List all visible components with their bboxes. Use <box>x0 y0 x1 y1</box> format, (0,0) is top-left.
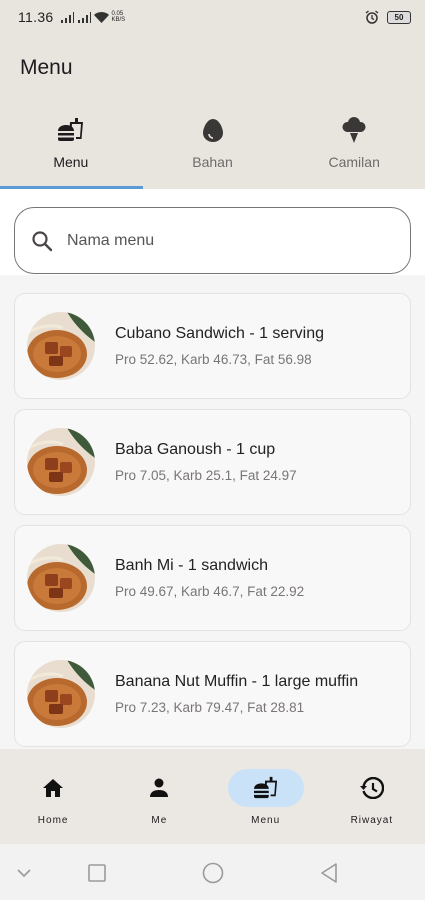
alarm-icon <box>365 10 379 24</box>
tab-label: Bahan <box>192 154 233 170</box>
menu-item-card[interactable]: Cubano Sandwich - 1 serving Pro 52.62, K… <box>14 293 411 399</box>
nav-label: Menu <box>251 815 281 826</box>
nav-label: Home <box>37 815 69 826</box>
status-left: 11.36 0.05 KB/S <box>18 9 125 25</box>
menu-item-text: Baba Ganoush - 1 cup Pro 7.05, Karb 25.1… <box>115 441 297 483</box>
system-nav-bar <box>0 844 425 900</box>
nav-label: Riwayat <box>350 815 394 826</box>
nav-item-menu[interactable]: Menu <box>213 749 319 844</box>
tab-menu[interactable]: Menu <box>0 106 143 189</box>
status-bar: 11.36 0.05 KB/S 50 <box>0 0 425 34</box>
tab-label: Camilan <box>328 154 380 170</box>
nav-item-riwayat[interactable]: Riwayat <box>319 749 425 844</box>
nav-item-me[interactable]: Me <box>106 749 212 844</box>
menu-item-title: Banh Mi - 1 sandwich <box>115 557 268 574</box>
menu-item-title: Baba Ganoush - 1 cup <box>115 441 276 458</box>
fastfood-icon <box>253 776 277 799</box>
menu-item-text: Banana Nut Muffin - 1 large muffin Pro 7… <box>115 673 358 715</box>
menu-item-title: Banana Nut Muffin - 1 large muffin <box>115 673 359 690</box>
status-time: 11.36 <box>18 9 54 25</box>
page-title: Menu <box>20 56 73 79</box>
menu-item-text: Banh Mi - 1 sandwich Pro 49.67, Karb 46.… <box>115 557 304 599</box>
back-icon[interactable] <box>320 863 338 883</box>
food-thumbnail <box>27 660 95 728</box>
history-icon <box>359 777 384 799</box>
menu-item-card[interactable]: Banh Mi - 1 sandwich Pro 49.67, Karb 46.… <box>14 525 411 631</box>
food-thumbnail <box>27 312 95 380</box>
chevron-down-icon[interactable] <box>17 869 31 877</box>
recents-icon[interactable] <box>88 864 106 882</box>
net-speed: 0.05 KB/S <box>112 11 126 23</box>
nav-pill <box>15 769 91 807</box>
home-icon <box>43 779 64 797</box>
battery-icon: 50 <box>387 10 411 24</box>
signal-icon <box>60 11 74 23</box>
nav-pill <box>334 769 410 807</box>
tab-label: Menu <box>53 154 89 170</box>
person-icon <box>150 778 169 797</box>
fastfood-icon <box>57 116 85 144</box>
menu-item-macros: Pro 49.67, Karb 46.7, Fat 22.92 <box>115 584 305 599</box>
menu-list: Cubano Sandwich - 1 serving Pro 52.62, K… <box>0 275 425 749</box>
nav-pill <box>121 769 197 807</box>
menu-item-macros: Pro 52.62, Karb 46.73, Fat 56.98 <box>115 352 312 367</box>
app-header: Menu Menu Bahan Camilan <box>0 34 425 189</box>
menu-item-macros: Pro 7.05, Karb 25.1, Fat 24.97 <box>115 468 297 483</box>
menu-item-title: Cubano Sandwich - 1 serving <box>115 325 325 342</box>
tab-bar: Menu Bahan Camilan <box>0 106 425 189</box>
tab-bahan[interactable]: Bahan <box>142 106 284 189</box>
signal-icon <box>77 11 91 23</box>
menu-item-card[interactable]: Baba Ganoush - 1 cup Pro 7.05, Karb 25.1… <box>14 409 411 515</box>
bottom-nav: Home Me Menu Riwayat <box>0 749 425 844</box>
egg-icon <box>199 116 227 144</box>
icecream-icon <box>340 116 368 144</box>
search-area <box>0 189 425 275</box>
status-right: 50 <box>365 10 411 24</box>
search-input[interactable] <box>67 231 367 250</box>
home-circle-icon[interactable] <box>202 862 224 884</box>
menu-item-text: Cubano Sandwich - 1 serving Pro 52.62, K… <box>115 325 324 367</box>
status-icons: 0.05 KB/S <box>60 11 126 23</box>
menu-item-macros: Pro 7.23, Karb 79.47, Fat 28.81 <box>115 700 305 715</box>
menu-item-card[interactable]: Banana Nut Muffin - 1 large muffin Pro 7… <box>14 641 411 747</box>
nav-item-home[interactable]: Home <box>0 749 106 844</box>
food-thumbnail <box>27 544 95 612</box>
food-thumbnail <box>27 428 95 496</box>
nav-pill <box>227 769 304 807</box>
search-icon <box>32 230 53 251</box>
nav-label: Me <box>151 815 168 826</box>
tab-camilan[interactable]: Camilan <box>283 106 425 189</box>
search-box[interactable] <box>14 207 411 274</box>
wifi-icon <box>93 11 109 23</box>
net-speed-unit: KB/S <box>111 17 126 23</box>
